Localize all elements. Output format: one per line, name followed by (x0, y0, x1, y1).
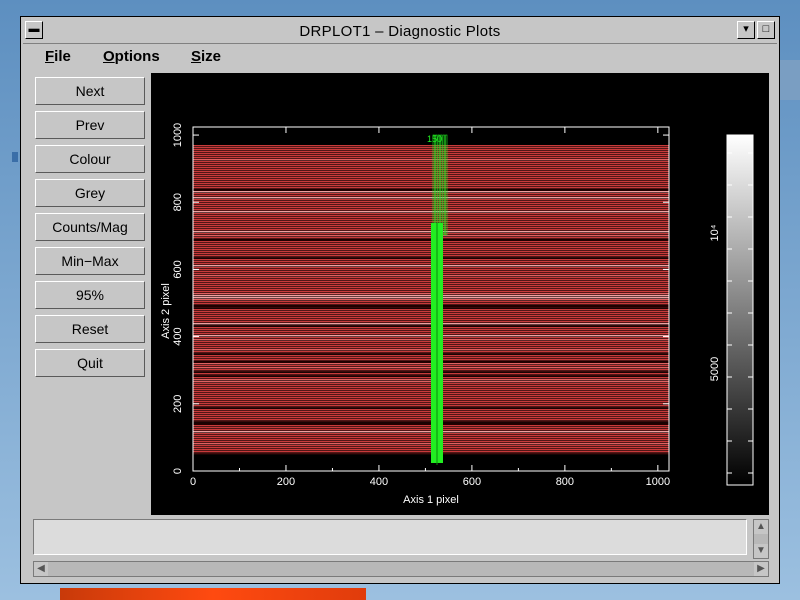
menu-file[interactable]: File (45, 48, 71, 65)
x-tick-label: 400 (370, 476, 388, 488)
counts-mag-button[interactable]: Counts/Mag (35, 213, 145, 241)
image-row (193, 161, 669, 163)
menu-size-mnemonic: S (191, 48, 202, 65)
maximize-icon[interactable]: □ (757, 21, 775, 39)
title-bar[interactable]: ▬ DRPLOT1 – Diagnostic Plots ▾ □ (23, 19, 777, 44)
image-row (193, 203, 669, 205)
next-button[interactable]: Next (35, 77, 145, 105)
image-row (193, 181, 669, 183)
image-row (193, 175, 669, 177)
image-row (193, 149, 669, 151)
image-row (193, 151, 669, 153)
y-axis-label: Axis 2 pixel (160, 283, 172, 339)
image-row (193, 207, 669, 209)
image-row (193, 153, 669, 155)
image-row (193, 169, 669, 171)
percentile-95-button[interactable]: 95% (35, 281, 145, 309)
image-row (193, 221, 669, 223)
image-row (193, 213, 669, 215)
quit-button[interactable]: Quit (35, 349, 145, 377)
plot-area[interactable]: 150 0 200 400 600 800 1000 0 200 400 600 800 1000 A… (151, 73, 769, 515)
y-tick-label: 0 (172, 468, 184, 474)
grey-button[interactable]: Grey (35, 179, 145, 207)
menu-options-mnemonic: O (103, 48, 115, 65)
image-row (193, 209, 669, 211)
trace-label: 150 (427, 134, 442, 144)
image-row (193, 191, 669, 193)
prev-button[interactable]: Prev (35, 111, 145, 139)
y-tick-label: 1000 (172, 123, 184, 147)
desktop-taskbar-fragment (60, 588, 366, 600)
image-dark-row (193, 189, 669, 191)
colour-button[interactable]: Colour (35, 145, 145, 173)
status-text-box[interactable] (33, 519, 747, 555)
image-row (193, 159, 669, 161)
scroll-left-icon[interactable]: ◀ (34, 562, 48, 576)
image-row (193, 177, 669, 179)
image-row (193, 195, 669, 197)
min-max-button[interactable]: Min−Max (35, 247, 145, 275)
colour-bar (726, 134, 754, 486)
image-row (193, 199, 669, 201)
window-title: DRPLOT1 – Diagnostic Plots (299, 23, 501, 40)
image-row (193, 179, 669, 181)
x-tick-label: 0 (190, 476, 196, 488)
diagnostic-plot: 150 0 200 400 600 800 1000 0 200 400 600 800 1000 A… (160, 123, 754, 506)
image-row (193, 183, 669, 185)
x-tick-label: 800 (556, 476, 574, 488)
x-axis-label: Axis 1 pixel (403, 494, 459, 506)
desktop-icon-fragment (12, 152, 18, 162)
image-row (193, 193, 669, 195)
y-tick-label: 200 (172, 395, 184, 413)
minimize-icon[interactable]: ▾ (737, 21, 755, 39)
image-row (193, 185, 669, 187)
x-tick-label: 1000 (646, 476, 670, 488)
image-row (193, 215, 669, 217)
y-tick-label: 600 (172, 260, 184, 278)
image-row (193, 167, 669, 169)
image-row (193, 163, 669, 165)
y-tick-label: 400 (172, 327, 184, 345)
colour-bar-label-10e4: 10⁴ (709, 224, 721, 241)
reset-button[interactable]: Reset (35, 315, 145, 343)
drplot-window: ▬ DRPLOT1 – Diagnostic Plots ▾ □ File Op… (20, 16, 780, 584)
image-row (193, 165, 669, 167)
image-row (193, 187, 669, 189)
image-row (193, 205, 669, 207)
image-row (193, 147, 669, 149)
image-row (193, 219, 669, 221)
menu-size-label: ize (201, 48, 222, 65)
colour-bar-label-5000: 5000 (709, 357, 721, 381)
menu-size[interactable]: Size (191, 48, 221, 65)
x-tick-label: 200 (277, 476, 295, 488)
vertical-scrollbar[interactable]: ▲ ▼ (753, 519, 769, 559)
image-row (193, 197, 669, 199)
menu-options[interactable]: Options (103, 48, 160, 65)
horizontal-scrollbar[interactable]: ◀ ▶ (33, 561, 769, 577)
scroll-right-icon[interactable]: ▶ (754, 562, 768, 576)
scroll-up-icon[interactable]: ▲ (754, 520, 768, 534)
image-row (193, 173, 669, 175)
menu-bar: File Options Size (23, 45, 777, 69)
x-tick-label: 600 (463, 476, 481, 488)
menu-file-label: ile (54, 48, 71, 65)
desktop-window-fragment (780, 60, 800, 100)
menu-file-mnemonic: F (45, 48, 55, 65)
button-panel: Next Prev Colour Grey Counts/Mag Min−Max… (31, 73, 149, 513)
image-row (193, 157, 669, 159)
image-row (193, 171, 669, 173)
image-row (193, 217, 669, 219)
menu-options-label: ptions (114, 48, 160, 65)
y-tick-label: 800 (172, 193, 184, 211)
image-row (193, 145, 669, 147)
scroll-down-icon[interactable]: ▼ (754, 544, 768, 558)
image-row (193, 155, 669, 157)
image-row (193, 211, 669, 213)
image-row (193, 201, 669, 203)
